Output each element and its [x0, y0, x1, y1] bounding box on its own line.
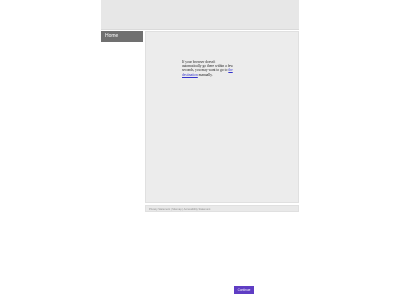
sidebar-nav: Home [101, 31, 143, 42]
redirect-message-text: If your browser doesn't automatically go… [182, 59, 233, 73]
footer-text: Privacy Statement | Sitemap | Accessibil… [149, 207, 211, 211]
top-header [101, 0, 299, 30]
redirect-message: If your browser doesn't automatically go… [182, 60, 234, 78]
continue-button[interactable]: Continue [234, 286, 254, 294]
nav-item-home[interactable]: Home [101, 31, 143, 42]
main-content: If your browser doesn't automatically go… [145, 31, 299, 203]
footer: Privacy Statement | Sitemap | Accessibil… [145, 205, 299, 212]
redirect-message-suffix: manually. [197, 72, 213, 77]
page: Home If your browser doesn't automatical… [0, 0, 400, 300]
